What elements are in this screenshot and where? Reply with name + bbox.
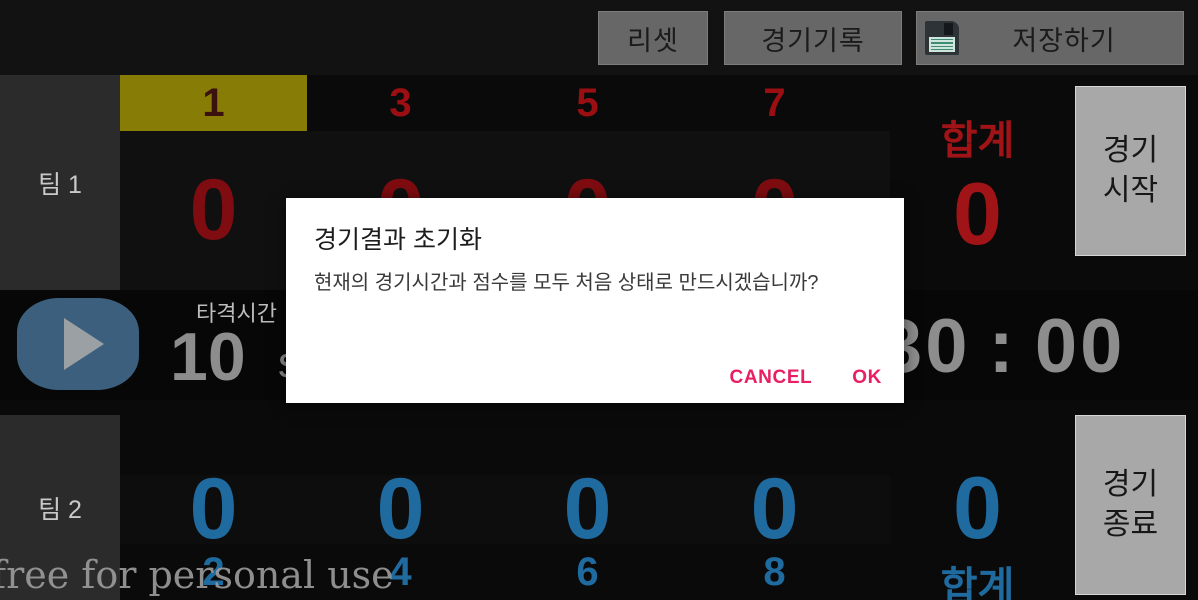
- team1-total-value: 0: [953, 163, 1002, 263]
- team1-name-label: 팀 1: [0, 75, 120, 290]
- game-record-button[interactable]: 경기기록: [724, 11, 902, 65]
- reset-button[interactable]: 리셋: [598, 11, 708, 65]
- inning-header-6[interactable]: 6: [494, 544, 681, 600]
- inning-header-3[interactable]: 3: [307, 75, 494, 131]
- inning-header-7[interactable]: 7: [681, 75, 868, 131]
- scoreboard-app: 리셋 경기기록 저장하기 팀 1 팀 2 1 3 5 7 9 0 0 0: [0, 0, 1198, 600]
- end-game-button-line2: 종료: [1102, 508, 1159, 541]
- team1-total: 합계 0: [890, 75, 1065, 290]
- team2-score-inning-8[interactable]: 0: [681, 461, 868, 557]
- dialog-actions: CANCEL OK: [730, 367, 882, 389]
- ok-button[interactable]: OK: [852, 367, 882, 389]
- game-clock-separator: :: [988, 303, 1017, 389]
- team2-score-inning-6[interactable]: 0: [494, 461, 681, 557]
- team2-name-label: 팀 2: [0, 415, 120, 600]
- top-toolbar: 리셋 경기기록 저장하기: [0, 0, 1198, 75]
- inning-header-4[interactable]: 4: [307, 544, 494, 600]
- save-button-label: 저장하기: [1012, 25, 1116, 56]
- team2-total-value: 0: [953, 457, 1002, 557]
- floppy-disk-icon: [925, 21, 959, 55]
- shot-clock-value: 10: [170, 319, 246, 395]
- end-game-button-line1: 경기: [1102, 468, 1159, 502]
- start-game-button-line2: 시작: [1102, 174, 1159, 207]
- inning-header-2[interactable]: 2: [120, 544, 307, 600]
- team2-score-inning-2[interactable]: 0: [120, 461, 307, 557]
- reset-confirm-dialog: 경기결과 초기화 현재의 경기시간과 점수를 모두 처음 상태로 만드시겠습니까…: [286, 198, 904, 403]
- team2-total: 0 합계: [890, 463, 1065, 600]
- team1-total-label: 합계: [940, 118, 1015, 163]
- inning-header-5[interactable]: 5: [494, 75, 681, 131]
- game-record-button-label: 경기기록: [761, 25, 865, 56]
- start-game-button-line1: 경기: [1102, 134, 1159, 168]
- inning-header-8[interactable]: 8: [681, 544, 868, 600]
- inning-header-1[interactable]: 1: [120, 75, 307, 131]
- end-game-button[interactable]: 경기 종료: [1075, 415, 1186, 595]
- start-game-button[interactable]: 경기 시작: [1075, 86, 1186, 256]
- dialog-message: 현재의 경기시간과 점수를 모두 처음 상태로 만드시겠습니까?: [314, 272, 819, 294]
- game-clock-seconds: 00: [1034, 303, 1126, 389]
- reset-button-label: 리셋: [627, 25, 679, 56]
- cancel-button[interactable]: CANCEL: [730, 367, 813, 389]
- team1-score-inning-1[interactable]: 0: [120, 131, 307, 290]
- dialog-title: 경기결과 초기화: [314, 226, 482, 254]
- team2-total-label: 합계: [940, 564, 1015, 600]
- save-button[interactable]: 저장하기: [916, 11, 1184, 65]
- game-clock[interactable]: 30 : 00: [880, 303, 1180, 389]
- team2-score-inning-4[interactable]: 0: [307, 461, 494, 557]
- play-icon[interactable]: [17, 298, 139, 390]
